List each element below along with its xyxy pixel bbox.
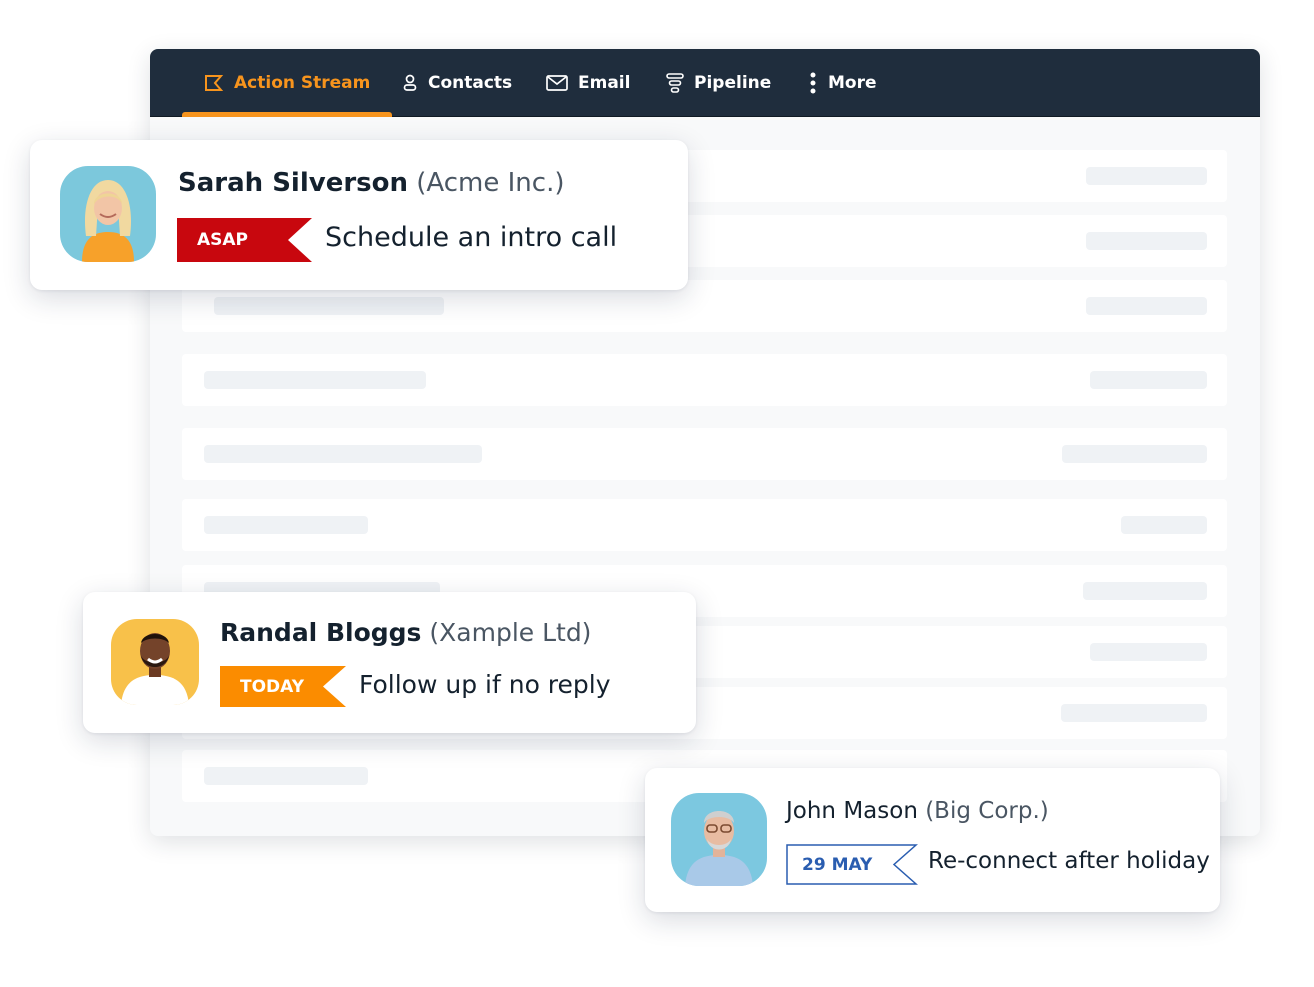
skeleton-text: [1086, 167, 1207, 185]
nav-tab-label: Action Stream: [234, 73, 371, 93]
top-navbar: Action Stream Contacts Email Pipeline Mo…: [150, 49, 1260, 117]
contact-name-line: John Mason (Big Corp.): [786, 798, 1049, 824]
task-description: Re-connect after holiday: [928, 848, 1210, 874]
nav-tab-pipeline[interactable]: Pipeline: [666, 49, 771, 117]
nav-tab-more[interactable]: More: [808, 49, 877, 117]
flag-icon: [204, 74, 224, 92]
due-date-tag: 29 MAY: [786, 844, 918, 885]
person-icon: [402, 74, 418, 92]
skeleton-text: [1083, 582, 1207, 600]
skeleton-text: [1090, 371, 1207, 389]
skeleton-text: [204, 371, 426, 389]
nav-tab-label: More: [828, 73, 877, 93]
skeleton-text: [1086, 232, 1207, 250]
skeleton-text: [214, 297, 444, 315]
skeleton-text: [204, 445, 482, 463]
contact-action-card[interactable]: Sarah Silverson (Acme Inc.) ASAP Schedul…: [30, 140, 688, 290]
list-item-placeholder: [182, 428, 1227, 480]
avatar: [111, 619, 199, 705]
skeleton-text: [1086, 297, 1207, 315]
contact-company: (Xample Ltd): [429, 618, 592, 647]
contact-action-card[interactable]: John Mason (Big Corp.) 29 MAY Re-connect…: [645, 768, 1220, 912]
active-tab-indicator: [182, 112, 393, 117]
funnel-icon: [666, 73, 684, 93]
avatar: [60, 166, 156, 262]
skeleton-text: [204, 516, 368, 534]
list-item-placeholder: [182, 499, 1227, 551]
nav-tab-email[interactable]: Email: [546, 49, 630, 117]
nav-tab-label: Email: [578, 73, 631, 93]
envelope-icon: [546, 75, 568, 91]
list-item-placeholder: [182, 354, 1227, 406]
avatar: [671, 793, 767, 886]
contact-company: (Big Corp.): [925, 798, 1049, 824]
contact-name: John Mason: [786, 798, 918, 824]
contact-action-card[interactable]: Randal Bloggs (Xample Ltd) TODAY Follow …: [83, 592, 696, 733]
nav-tab-action-stream[interactable]: Action Stream: [182, 49, 393, 117]
skeleton-text: [1062, 445, 1207, 463]
contact-name: Randal Bloggs: [220, 618, 422, 647]
priority-tag-asap: ASAP: [177, 218, 312, 262]
nav-tab-contacts[interactable]: Contacts: [402, 49, 512, 117]
skeleton-text: [1121, 516, 1207, 534]
skeleton-text: [1061, 704, 1207, 722]
nav-tab-label: Contacts: [428, 73, 513, 93]
contact-company: (Acme Inc.): [416, 168, 565, 198]
contact-name: Sarah Silverson: [178, 168, 409, 198]
skeleton-text: [204, 767, 368, 785]
task-description: Schedule an intro call: [325, 222, 618, 253]
more-vertical-icon: [808, 72, 818, 94]
nav-tab-label: Pipeline: [694, 73, 772, 93]
skeleton-text: [1090, 643, 1207, 661]
priority-tag-today: TODAY: [220, 666, 346, 707]
contact-name-line: Sarah Silverson (Acme Inc.): [178, 168, 565, 198]
task-description: Follow up if no reply: [359, 670, 611, 699]
contact-name-line: Randal Bloggs (Xample Ltd): [220, 618, 591, 647]
